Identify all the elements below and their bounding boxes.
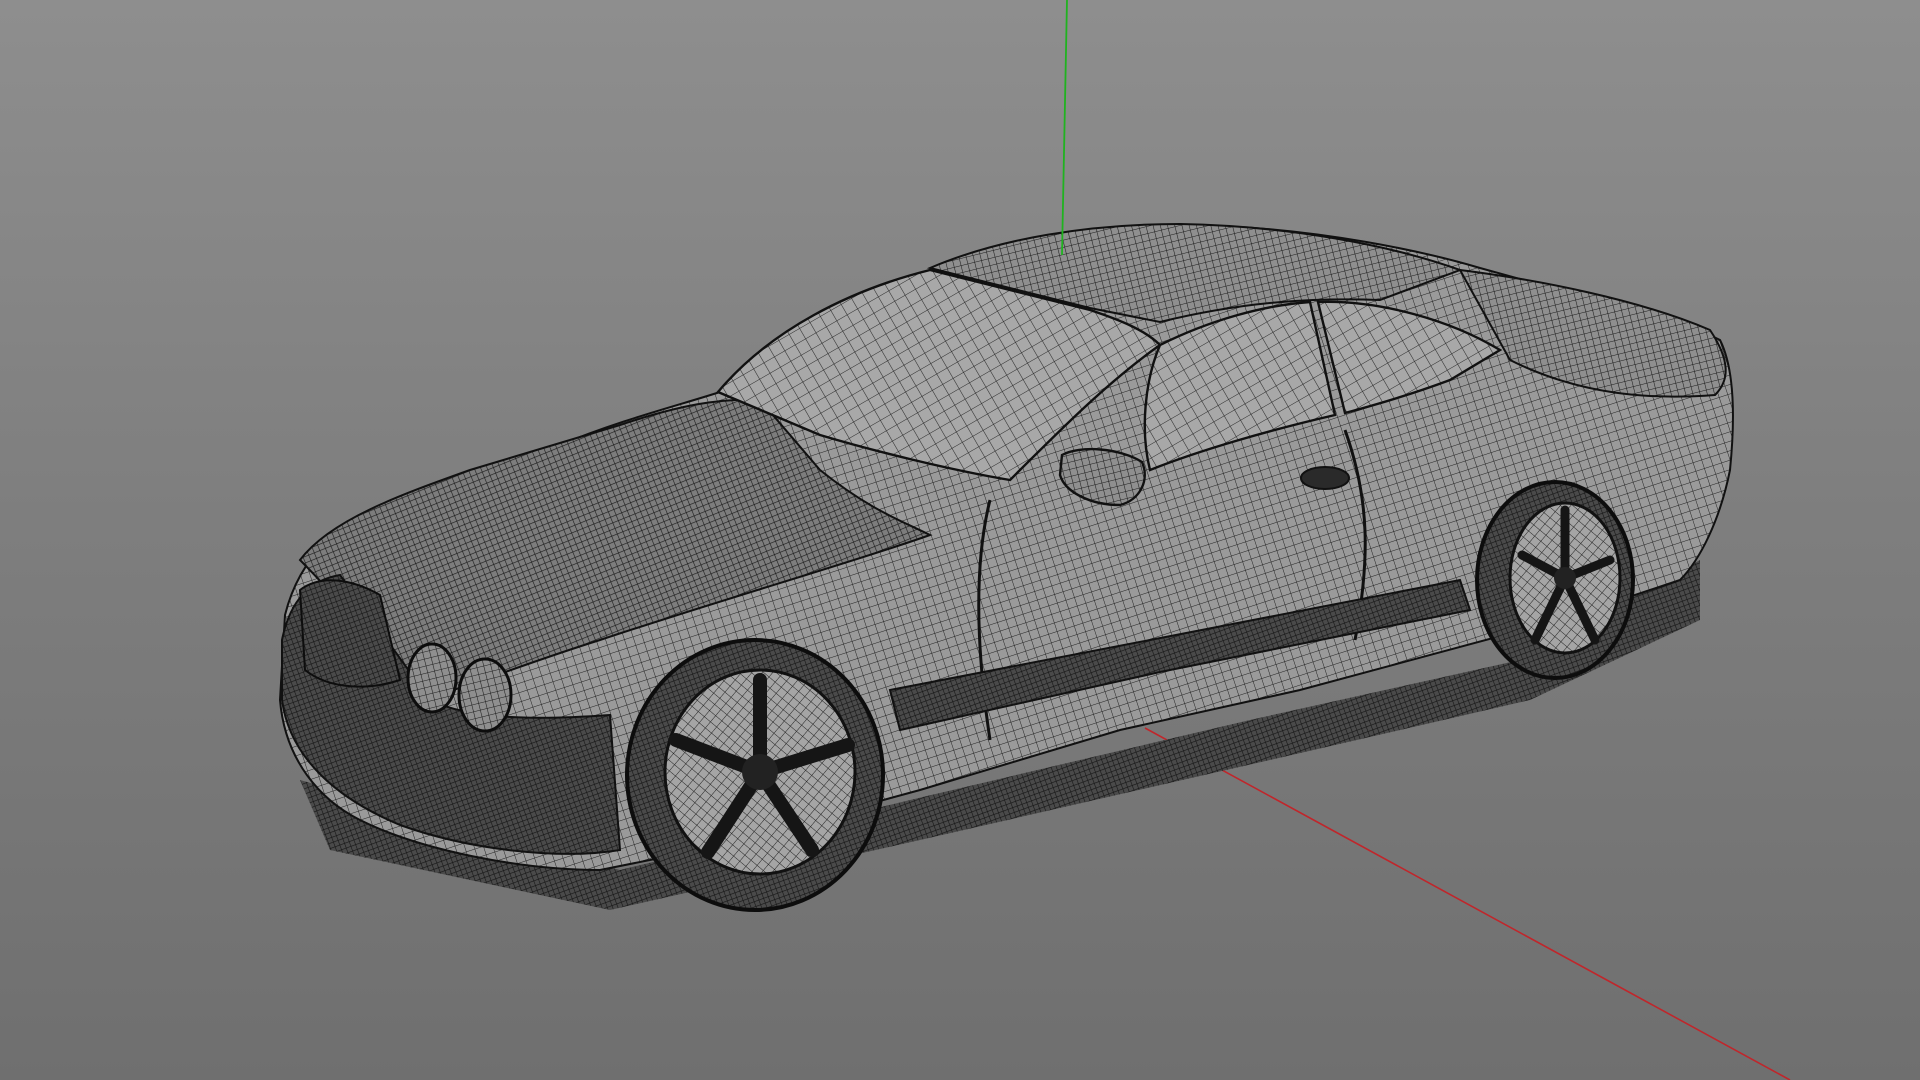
rear-wheel [1475,480,1635,680]
x-axis-line [1144,727,1791,1080]
car-wireframe-model[interactable] [278,222,1734,912]
viewport-canvas[interactable] [0,0,1920,1080]
headlight-right [457,657,513,733]
front-wheel [625,638,885,912]
3d-viewport[interactable] [0,0,1920,1080]
y-axis-line [1061,0,1068,256]
headlight-left [406,642,458,714]
door-handle [1300,466,1350,490]
